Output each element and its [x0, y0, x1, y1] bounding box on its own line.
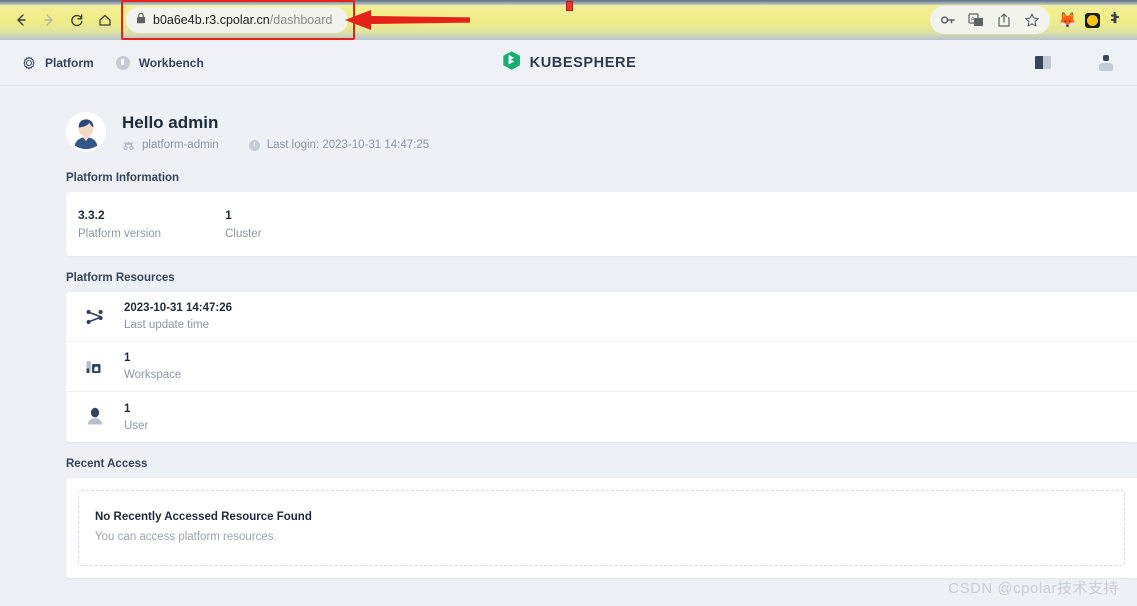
home-icon[interactable]: [92, 7, 118, 33]
workspace-building-icon: [82, 354, 108, 380]
kubesphere-brand: KUBESPHERE: [501, 50, 637, 76]
resource-row-text: 2023-10-31 14:47:26 Last update time: [124, 302, 232, 331]
nav-item-workbench[interactable]: Workbench: [115, 55, 204, 70]
workbench-icon: [115, 55, 130, 70]
share-icon[interactable]: [992, 8, 1016, 32]
app-header: Platform Workbench KUBESPHERE: [0, 40, 1137, 86]
red-arrow-annotation: [345, 10, 470, 30]
empty-state: No Recently Accessed Resource Found You …: [78, 490, 1125, 566]
translate-icon[interactable]: A: [964, 8, 988, 32]
resource-row[interactable]: 1 User: [66, 392, 1137, 442]
svg-text:A: A: [971, 17, 975, 23]
info-value: 3.3.2: [78, 208, 105, 222]
lock-icon: [136, 11, 146, 29]
recent-access-title: Recent Access: [66, 458, 148, 470]
omnibox-action-group: A: [930, 6, 1051, 34]
empty-state-title: No Recently Accessed Resource Found: [95, 511, 312, 523]
browser-extensions: 🦊: [1058, 10, 1129, 30]
info-item-cluster: 1 Cluster: [225, 208, 325, 240]
info-label: Cluster: [225, 228, 262, 240]
platform-information-section: Platform Information 3.3.2 Platform vers…: [0, 172, 1137, 256]
watermark: CSDN @cpolar技术支持: [948, 580, 1119, 597]
resource-label: User: [124, 419, 149, 432]
role-icon: [122, 139, 135, 152]
resource-row[interactable]: 2023-10-31 14:47:26 Last update time: [66, 292, 1137, 342]
password-key-icon[interactable]: [936, 8, 960, 32]
user-icon: [82, 404, 108, 430]
reload-icon[interactable]: [64, 7, 90, 33]
url-text: b0a6e4b.r3.cpolar.cn/dashboard: [153, 13, 333, 27]
resource-label: Workspace: [124, 369, 182, 381]
role-label: platform-admin: [142, 139, 219, 151]
back-arrow-icon[interactable]: [8, 7, 34, 33]
forward-arrow-icon[interactable]: [36, 7, 62, 33]
resource-row-text: 1 Workspace: [124, 352, 181, 381]
browser-nav-buttons: [8, 7, 118, 33]
avatar: [66, 112, 106, 152]
browser-toolbar: b0a6e4b.r3.cpolar.cn/dashboard A 🦊: [0, 0, 1137, 40]
last-login-meta: Last login: 2023-10-31 14:47:25: [248, 139, 430, 151]
clock-icon: [248, 139, 260, 151]
extensions-puzzle-icon[interactable]: [1108, 10, 1123, 30]
address-bar[interactable]: b0a6e4b.r3.cpolar.cn/dashboard: [126, 7, 348, 33]
greeting-text: Hello admin platform-admin Last login: 2…: [122, 113, 429, 152]
gear-icon: [22, 56, 36, 70]
nav-item-workbench-label: Workbench: [138, 55, 204, 70]
metamask-fox-icon[interactable]: 🦊: [1058, 13, 1077, 28]
platform-information-card: 3.3.2 Platform version 1 Cluster: [66, 192, 1137, 256]
platform-resources-section: Platform Resources 2023-10-31 14:47:26 L…: [0, 272, 1137, 442]
address-bar-container[interactable]: b0a6e4b.r3.cpolar.cn/dashboard: [121, 0, 355, 40]
user-avatar-icon[interactable]: [1099, 54, 1113, 71]
nav-item-platform-label: Platform: [45, 55, 94, 70]
docs-book-icon[interactable]: [1035, 56, 1051, 69]
tab-indicator-badge: [566, 1, 573, 11]
nav-item-platform[interactable]: Platform: [22, 56, 94, 70]
kubesphere-logo-icon: [501, 50, 522, 76]
resource-value: 2023-10-31 14:47:26: [124, 302, 233, 314]
browser-right-actions: A 🦊: [930, 6, 1129, 34]
recent-access-card: No Recently Accessed Resource Found You …: [66, 478, 1137, 578]
dashboard-content: Hello admin platform-admin Last login: 2…: [0, 86, 1137, 578]
recent-access-section: Recent Access No Recently Accessed Resou…: [0, 458, 1137, 578]
role-meta: platform-admin: [122, 139, 219, 152]
network-share-icon: [82, 304, 108, 330]
resource-row-text: 1 User: [124, 403, 148, 432]
greeting-section: Hello admin platform-admin Last login: 2…: [0, 86, 1137, 172]
header-right-actions: [1035, 54, 1137, 71]
resource-row[interactable]: 1 Workspace: [66, 342, 1137, 392]
info-item-version: 3.3.2 Platform version: [78, 208, 225, 240]
info-label: Platform version: [78, 228, 162, 240]
platform-information-title: Platform Information: [66, 172, 180, 184]
header-nav: Platform Workbench: [0, 55, 204, 70]
platform-resources-title: Platform Resources: [66, 272, 175, 284]
page-title: Hello admin: [122, 112, 219, 132]
platform-resources-card: 2023-10-31 14:47:26 Last update time 1 W…: [66, 292, 1137, 442]
empty-state-subtitle: You can access platform resources.: [95, 531, 277, 543]
info-value: 1: [225, 208, 232, 222]
resource-value: 1: [124, 402, 131, 415]
bookmark-star-icon[interactable]: [1020, 8, 1044, 32]
resource-value: 1: [124, 352, 131, 364]
resource-label: Last update time: [124, 319, 210, 331]
last-login-label: Last login: 2023-10-31 14:47:25: [266, 139, 430, 151]
kubesphere-app: Platform Workbench KUBESPHERE Hello admi…: [0, 40, 1137, 606]
greeting-meta: platform-admin Last login: 2023-10-31 14…: [122, 139, 429, 152]
wallet-extension-icon[interactable]: [1085, 12, 1100, 28]
kubesphere-brand-label: KUBESPHERE: [529, 54, 637, 71]
